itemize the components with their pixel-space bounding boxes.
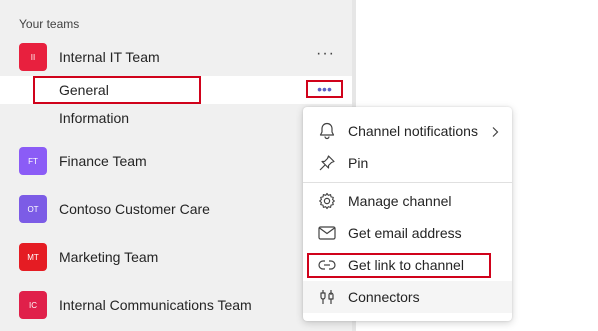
chevron-right-icon bbox=[489, 125, 501, 137]
menu-item-channel-notifications[interactable]: Channel notifications bbox=[303, 115, 512, 147]
highlight-box-general bbox=[33, 76, 201, 104]
team-more-options-button[interactable]: ··· bbox=[316, 45, 335, 63]
team-row-finance[interactable]: FT Finance Team bbox=[0, 141, 352, 181]
channel-row-information[interactable]: Information bbox=[0, 104, 352, 132]
menu-item-pin[interactable]: Pin bbox=[303, 147, 512, 179]
menu-item-get-email-address[interactable]: Get email address bbox=[303, 217, 512, 249]
channel-context-menu: Channel notifications Pin Manage channel… bbox=[303, 107, 512, 321]
channel-name: Information bbox=[59, 110, 130, 126]
menu-separator bbox=[303, 182, 512, 183]
menu-item-label: Pin bbox=[348, 155, 369, 171]
menu-item-manage-channel[interactable]: Manage channel bbox=[303, 185, 512, 217]
team-row-marketing[interactable]: MT Marketing Team bbox=[0, 237, 352, 277]
gear-icon bbox=[318, 192, 336, 210]
team-avatar: II bbox=[19, 43, 47, 71]
team-avatar: FT bbox=[19, 147, 47, 175]
menu-item-connectors[interactable]: Connectors bbox=[303, 281, 512, 313]
connector-icon bbox=[318, 288, 336, 306]
team-name: Contoso Customer Care bbox=[59, 201, 210, 217]
team-name: Marketing Team bbox=[59, 249, 159, 265]
bell-icon bbox=[318, 122, 336, 140]
team-avatar: IC bbox=[19, 291, 47, 319]
menu-item-label: Get email address bbox=[348, 225, 462, 241]
team-name: Internal IT Team bbox=[59, 49, 160, 65]
menu-item-label: Connectors bbox=[348, 289, 420, 305]
highlight-box-get-link bbox=[307, 253, 491, 278]
mail-icon bbox=[318, 224, 336, 242]
team-name: Finance Team bbox=[59, 153, 147, 169]
team-row-internal-it[interactable]: II Internal IT Team ··· bbox=[0, 37, 352, 77]
team-row-contoso[interactable]: OT Contoso Customer Care bbox=[0, 189, 352, 229]
team-row-internal-communications[interactable]: IC Internal Communications Team bbox=[0, 285, 352, 325]
channel-more-options-button[interactable]: ••• bbox=[306, 80, 343, 98]
pin-icon bbox=[318, 154, 336, 172]
team-avatar: MT bbox=[19, 243, 47, 271]
team-name: Internal Communications Team bbox=[59, 297, 252, 313]
menu-item-label: Channel notifications bbox=[348, 123, 478, 139]
menu-item-label: Manage channel bbox=[348, 193, 452, 209]
teams-sidebar: Your teams II Internal IT Team ··· Gener… bbox=[0, 0, 352, 331]
team-avatar: OT bbox=[19, 195, 47, 223]
section-title: Your teams bbox=[19, 17, 80, 31]
